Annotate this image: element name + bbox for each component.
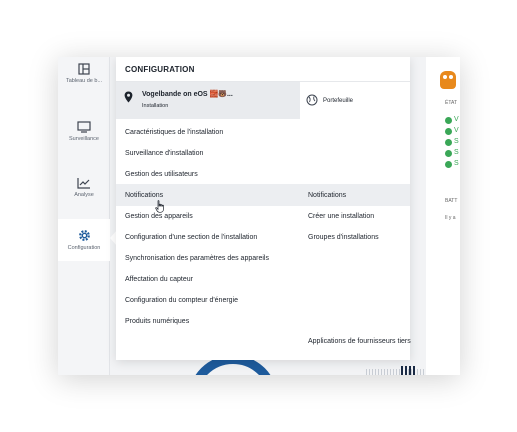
site-name: Vogelbande on eOS 🧱🐻... xyxy=(142,91,233,98)
popup-title: CONFIGURATION xyxy=(125,65,195,74)
site-selector[interactable]: Vogelbande on eOS 🧱🐻... Installation xyxy=(116,82,300,119)
owl-avatar-icon xyxy=(440,71,456,89)
battery-title: BATT xyxy=(445,198,458,204)
app-window: Tableau de b... Surveillance Analyse Con… xyxy=(58,57,460,375)
status-row: S xyxy=(454,160,459,167)
status-row: S xyxy=(454,149,459,156)
check-icon xyxy=(445,117,452,124)
energy-bars-highlight xyxy=(401,366,415,375)
menu-item-energy-meter-configuration[interactable]: Configuration du compteur d'énergie xyxy=(125,297,238,304)
monitor-icon xyxy=(77,121,91,133)
portfolio-label[interactable]: Portefeuille xyxy=(323,98,353,104)
menu-item-user-management[interactable]: Gestion des utilisateurs xyxy=(125,171,198,178)
menu-item-device-parameter-sync[interactable]: Synchronisation des paramètres des appar… xyxy=(125,255,269,262)
gear-icon xyxy=(78,230,90,241)
menu-item-portfolio-notifications[interactable]: Notifications xyxy=(308,192,346,199)
globe-icon xyxy=(306,94,318,106)
nav-configuration-label: Configuration xyxy=(67,245,101,251)
nav-dashboard[interactable]: Tableau de b... xyxy=(58,63,110,103)
menu-item-digital-products[interactable]: Produits numériques xyxy=(125,318,189,325)
status-row: V xyxy=(454,116,459,123)
menu-item-device-management[interactable]: Gestion des appareils xyxy=(125,213,193,220)
status-row: S xyxy=(454,138,459,145)
menu-item-sensor-assignment[interactable]: Affectation du capteur xyxy=(125,276,193,283)
status-row: V xyxy=(454,127,459,134)
battery-subtitle: Il y a xyxy=(445,215,456,221)
check-icon xyxy=(445,139,452,146)
location-pin-icon xyxy=(124,91,133,103)
menu-item-third-party-apps[interactable]: Applications de fournisseurs tiers xyxy=(308,338,411,345)
nav-dashboard-label: Tableau de b... xyxy=(65,78,103,84)
check-icon xyxy=(445,161,452,168)
check-icon xyxy=(445,150,452,157)
menu-item-installation-groups[interactable]: Groupes d'installations xyxy=(308,234,379,241)
menu-item-create-installation[interactable]: Créer une installation xyxy=(308,213,374,220)
menu-item-installation-characteristics[interactable]: Caractéristiques de l'installation xyxy=(125,129,223,136)
menu-item-installation-monitoring[interactable]: Surveillance d'installation xyxy=(125,150,203,157)
check-icon xyxy=(445,128,452,135)
nav-configuration[interactable]: Configuration xyxy=(58,219,110,261)
menu-item-notifications[interactable]: Notifications xyxy=(125,192,163,199)
energy-bars xyxy=(366,369,426,375)
site-type: Installation xyxy=(142,103,169,109)
nav-monitoring[interactable]: Surveillance xyxy=(58,121,110,161)
left-navigation: Tableau de b... Surveillance Analyse Con… xyxy=(58,57,110,375)
nav-monitoring-label: Surveillance xyxy=(69,136,99,142)
dashboard-icon xyxy=(78,63,90,75)
chart-icon xyxy=(77,178,90,189)
nav-analysis[interactable]: Analyse xyxy=(58,177,110,217)
nav-analysis-label: Analyse xyxy=(74,192,94,198)
hand-cursor-icon xyxy=(155,200,164,213)
menu-item-section-configuration[interactable]: Configuration d'une section de l'install… xyxy=(125,234,257,241)
status-title: ÉTAT xyxy=(445,100,458,106)
